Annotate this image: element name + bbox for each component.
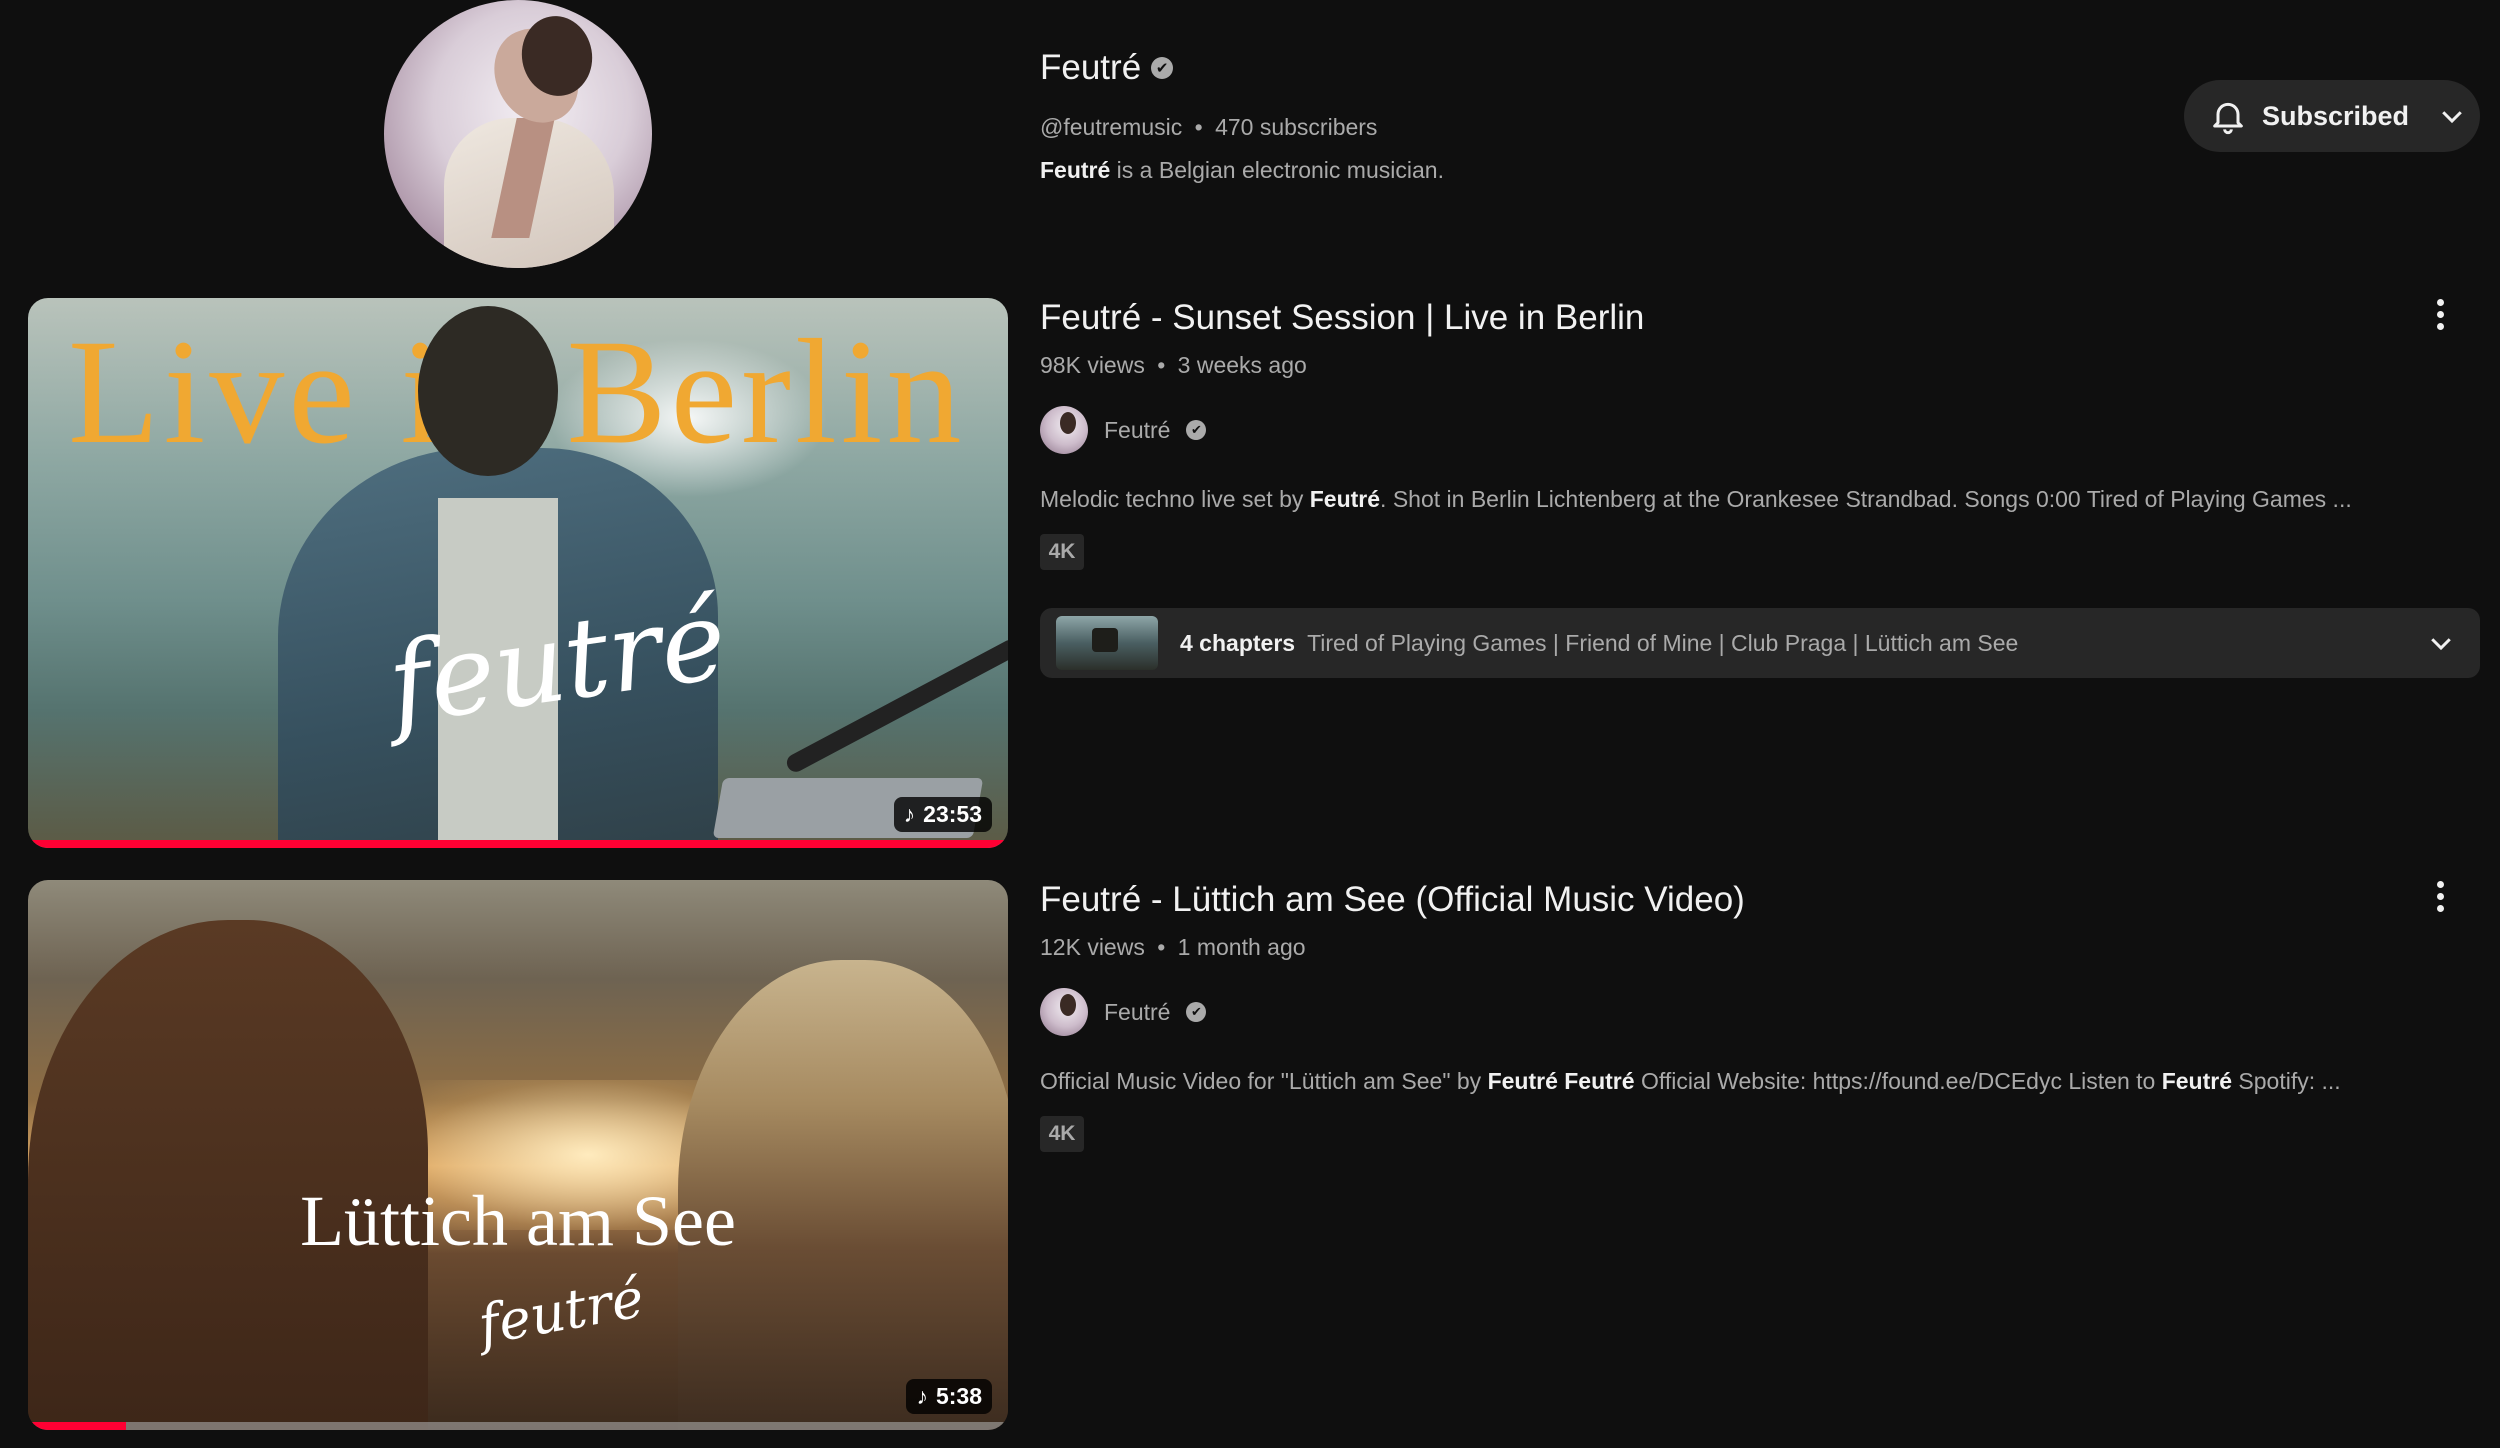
- duration-badge: ♪ 5:38: [906, 1379, 992, 1414]
- video-channel-link[interactable]: Feutré ✔: [1040, 406, 1207, 454]
- channel-description-text: is a Belgian electronic musician.: [1110, 157, 1444, 183]
- subscribed-label: Subscribed: [2262, 100, 2410, 131]
- description-text: Official Website: https://found.ee/DCEdy…: [1634, 1068, 2162, 1094]
- chapter-thumbnail: [1056, 616, 1158, 670]
- watch-progress-track: [28, 1422, 1008, 1430]
- video-title[interactable]: Feutré - Lüttich am See (Official Music …: [1040, 880, 1745, 920]
- verified-icon: ✔: [1151, 57, 1174, 79]
- video-meta: 12K views • 1 month ago: [1040, 934, 1306, 961]
- upload-age: 3 weeks ago: [1177, 352, 1307, 378]
- thumbnail-title-text: Lüttich am See: [300, 1181, 736, 1261]
- thumbnail-person-left: [28, 920, 428, 1430]
- duration-text: 5:38: [935, 1383, 982, 1409]
- channel-handle: @feutremusic: [1040, 114, 1183, 140]
- channel-name-row: Feutré ✔: [1040, 48, 1174, 88]
- chevron-down-icon[interactable]: [2426, 628, 2456, 658]
- channel-description[interactable]: Feutré is a Belgian electronic musician.: [1040, 157, 1444, 184]
- subscribed-button[interactable]: Subscribed: [2184, 80, 2480, 152]
- meta-separator: •: [1157, 352, 1166, 378]
- description-bold: Feutré: [2161, 1068, 2232, 1094]
- music-note-icon: ♪: [903, 801, 916, 827]
- more-actions-icon[interactable]: [2420, 870, 2460, 922]
- bell-icon: [2208, 96, 2248, 136]
- watch-progress-fill: [28, 840, 1008, 848]
- description-bold: Feutré Feutré: [1487, 1068, 1635, 1094]
- chapters-list: Tired of Playing Games | Friend of Mine …: [1307, 629, 2019, 656]
- video-channel-link[interactable]: Feutré ✔: [1040, 988, 1207, 1036]
- thumbnail-signature: feutré: [473, 1266, 649, 1357]
- verified-icon: ✔: [1186, 1002, 1207, 1022]
- meta-separator: •: [1194, 114, 1203, 140]
- duration-badge: ♪ 23:53: [893, 797, 992, 832]
- watch-progress-track: [28, 840, 1008, 848]
- description-text: . Shot in Berlin Lichtenberg at the Oran…: [1380, 486, 2352, 512]
- subscriber-count: 470 subscribers: [1215, 114, 1378, 140]
- watch-progress-fill: [28, 1422, 126, 1430]
- quality-badge: 4K: [1040, 1116, 1084, 1152]
- channel-avatar[interactable]: [384, 0, 652, 268]
- channel-meta: @feutremusic • 470 subscribers: [1040, 114, 1377, 141]
- view-count: 12K views: [1040, 934, 1145, 960]
- channel-description-bold: Feutré: [1040, 157, 1111, 183]
- video-meta: 98K views • 3 weeks ago: [1040, 352, 1307, 379]
- duration-text: 23:53: [923, 801, 982, 827]
- verified-icon: ✔: [1186, 420, 1207, 440]
- chapters-count: 4 chapters: [1180, 629, 1296, 656]
- video-title[interactable]: Feutré - Sunset Session | Live in Berlin: [1040, 298, 1644, 338]
- quality-badge: 4K: [1040, 534, 1084, 570]
- description-text: Official Music Video for "Lüttich am See…: [1040, 1068, 1488, 1094]
- more-actions-icon[interactable]: [2420, 288, 2460, 340]
- meta-separator: •: [1157, 934, 1166, 960]
- video-channel-name[interactable]: Feutré: [1104, 999, 1170, 1026]
- channel-mini-avatar[interactable]: [1040, 988, 1088, 1036]
- thumbnail-person-head: [418, 306, 558, 476]
- channel-name[interactable]: Feutré: [1040, 48, 1141, 88]
- thumbnail-microphone: [783, 636, 1008, 775]
- description-bold: Feutré: [1309, 486, 1381, 512]
- description-text: Spotify: ...: [2232, 1068, 2341, 1094]
- music-note-icon: ♪: [916, 1383, 928, 1409]
- video-thumbnail[interactable]: Lüttich am See feutré ♪ 5:38: [28, 880, 1008, 1430]
- video-channel-name[interactable]: Feutré: [1104, 417, 1170, 444]
- upload-age: 1 month ago: [1177, 934, 1306, 960]
- video-description: Melodic techno live set by Feutré. Shot …: [1040, 486, 2352, 513]
- description-text: Melodic techno live set by: [1040, 486, 1310, 512]
- channel-mini-avatar[interactable]: [1040, 406, 1088, 454]
- video-description: Official Music Video for "Lüttich am See…: [1040, 1068, 2341, 1095]
- chapters-bar[interactable]: 4 chapters Tired of Playing Games | Frie…: [1040, 608, 2480, 678]
- chevron-down-icon: [2437, 101, 2467, 131]
- video-thumbnail[interactable]: Live in Berlin feutré ♪ 23:53: [28, 298, 1008, 848]
- view-count: 98K views: [1040, 352, 1145, 378]
